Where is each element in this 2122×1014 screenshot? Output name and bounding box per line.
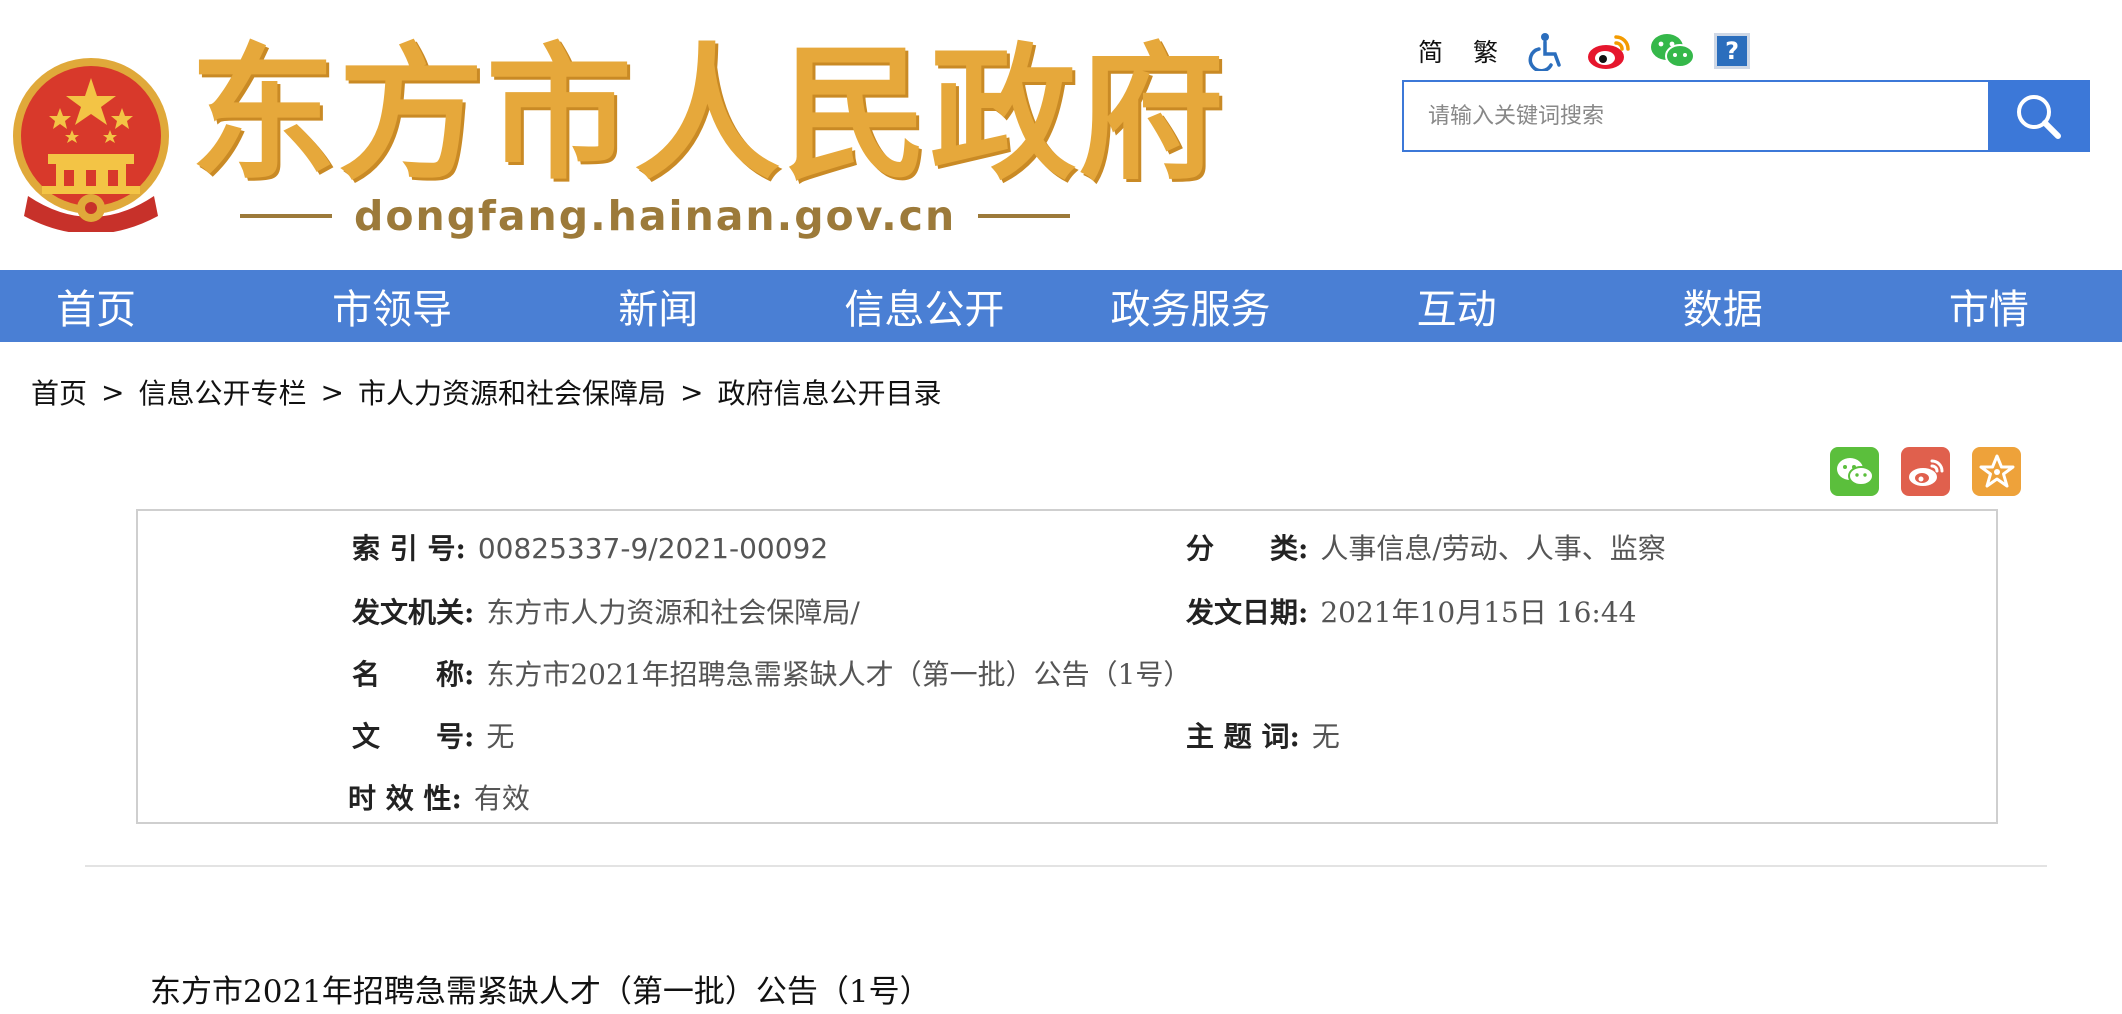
info-validity-row: 时 效 性: 有效 bbox=[348, 777, 530, 817]
national-emblem-icon[interactable] bbox=[8, 56, 174, 234]
search-input[interactable] bbox=[1404, 82, 1988, 150]
info-index-row: 索 引 号: 00825337-9/2021-00092 bbox=[352, 527, 828, 567]
search-box bbox=[1402, 80, 2090, 152]
main-nav: 首页 市领导 新闻 信息公开 政务服务 互动 数据 市情 bbox=[0, 270, 2122, 342]
content-divider bbox=[85, 865, 2047, 867]
info-issuer-value: 东方市人力资源和社会保障局/ bbox=[486, 596, 860, 629]
domain-right-dash bbox=[978, 214, 1071, 218]
domain-left-dash bbox=[240, 214, 332, 218]
info-name-row: 名 称: 东方市2021年招聘急需紧缺人才（第一批）公告（1号） bbox=[352, 653, 1191, 693]
nav-item-news[interactable]: 新闻 bbox=[525, 270, 791, 342]
breadcrumb-separator: > bbox=[320, 375, 344, 409]
breadcrumb-home[interactable]: 首页 bbox=[31, 372, 87, 412]
info-doc-no-row: 文 号: 无 bbox=[352, 715, 514, 755]
favorite-icon[interactable] bbox=[1972, 447, 2021, 496]
simplified-chinese-link[interactable]: 简 bbox=[1412, 33, 1449, 69]
info-doc-no-label: 文 号: bbox=[352, 720, 475, 753]
traditional-chinese-link[interactable]: 繁 bbox=[1467, 33, 1504, 69]
nav-item-services[interactable]: 政务服务 bbox=[1057, 270, 1323, 342]
site-title: 东方市人民政府 bbox=[190, 30, 1226, 200]
info-name-value: 东方市2021年招聘急需紧缺人才（第一批）公告（1号） bbox=[486, 658, 1192, 691]
breadcrumb-separator: > bbox=[101, 375, 125, 409]
info-subject-label: 主 题 词: bbox=[1186, 720, 1300, 753]
info-doc-no-value: 无 bbox=[486, 720, 515, 753]
breadcrumb-open-info[interactable]: 信息公开专栏 bbox=[138, 372, 306, 412]
info-name-label: 名 称: bbox=[352, 658, 475, 691]
accessibility-icon[interactable] bbox=[1522, 28, 1568, 74]
nav-item-city-info[interactable]: 市情 bbox=[1856, 270, 2122, 342]
search-button[interactable] bbox=[1988, 82, 2088, 150]
breadcrumb-catalog[interactable]: 政府信息公开目录 bbox=[717, 372, 941, 412]
header-tools: 简 繁 ? bbox=[1412, 26, 1751, 76]
site-header: 东方市人民政府 dongfang.hainan.gov.cn 简 繁 ? 请输入… bbox=[0, 0, 2122, 270]
weibo-share-icon[interactable] bbox=[1901, 447, 1950, 496]
site-domain: dongfang.hainan.gov.cn bbox=[240, 192, 1071, 240]
document-info-table: 索 引 号: 00825337-9/2021-00092 分 类: 人事信息/劳… bbox=[136, 509, 1998, 824]
info-index-label: 索 引 号: bbox=[352, 532, 466, 565]
breadcrumb: 首页 > 信息公开专栏 > 市人力资源和社会保障局 > 政府信息公开目录 bbox=[31, 372, 941, 412]
wechat-icon[interactable] bbox=[1650, 28, 1696, 74]
nav-item-data[interactable]: 数据 bbox=[1590, 270, 1856, 342]
weibo-icon[interactable] bbox=[1586, 28, 1632, 74]
wechat-share-icon[interactable] bbox=[1830, 447, 1879, 496]
info-category-row: 分 类: 人事信息/劳动、人事、监察 bbox=[1186, 527, 1666, 567]
nav-item-leaders[interactable]: 市领导 bbox=[259, 270, 525, 342]
info-category-label: 分 类: bbox=[1186, 532, 1309, 565]
info-issuer-label: 发文机关: bbox=[352, 596, 475, 629]
article-title: 东方市2021年招聘急需紧缺人才（第一批）公告（1号） bbox=[150, 974, 931, 1010]
info-category-value: 人事信息/劳动、人事、监察 bbox=[1320, 532, 1666, 565]
info-validity-value: 有效 bbox=[473, 782, 530, 815]
share-bar bbox=[1830, 447, 2021, 496]
nav-item-open-info[interactable]: 信息公开 bbox=[791, 270, 1057, 342]
nav-item-interaction[interactable]: 互动 bbox=[1324, 270, 1590, 342]
nav-item-home[interactable]: 首页 bbox=[0, 270, 259, 342]
info-validity-label: 时 效 性: bbox=[348, 782, 462, 815]
site-domain-text: dongfang.hainan.gov.cn bbox=[354, 192, 957, 240]
help-icon[interactable]: ? bbox=[1714, 33, 1751, 69]
info-date-label: 发文日期: bbox=[1186, 596, 1309, 629]
breadcrumb-hr-bureau[interactable]: 市人力资源和社会保障局 bbox=[358, 372, 666, 412]
info-date-row: 发文日期: 2021年10月15日 16:44 bbox=[1186, 591, 1636, 631]
info-index-value: 00825337-9/2021-00092 bbox=[477, 532, 829, 565]
info-issuer-row: 发文机关: 东方市人力资源和社会保障局/ bbox=[352, 591, 860, 631]
info-date-value: 2021年10月15日 16:44 bbox=[1320, 596, 1637, 629]
breadcrumb-separator: > bbox=[679, 375, 704, 409]
search-icon bbox=[2017, 95, 2061, 139]
info-subject-value: 无 bbox=[1311, 720, 1340, 753]
info-subject-row: 主 题 词: 无 bbox=[1186, 715, 1340, 755]
